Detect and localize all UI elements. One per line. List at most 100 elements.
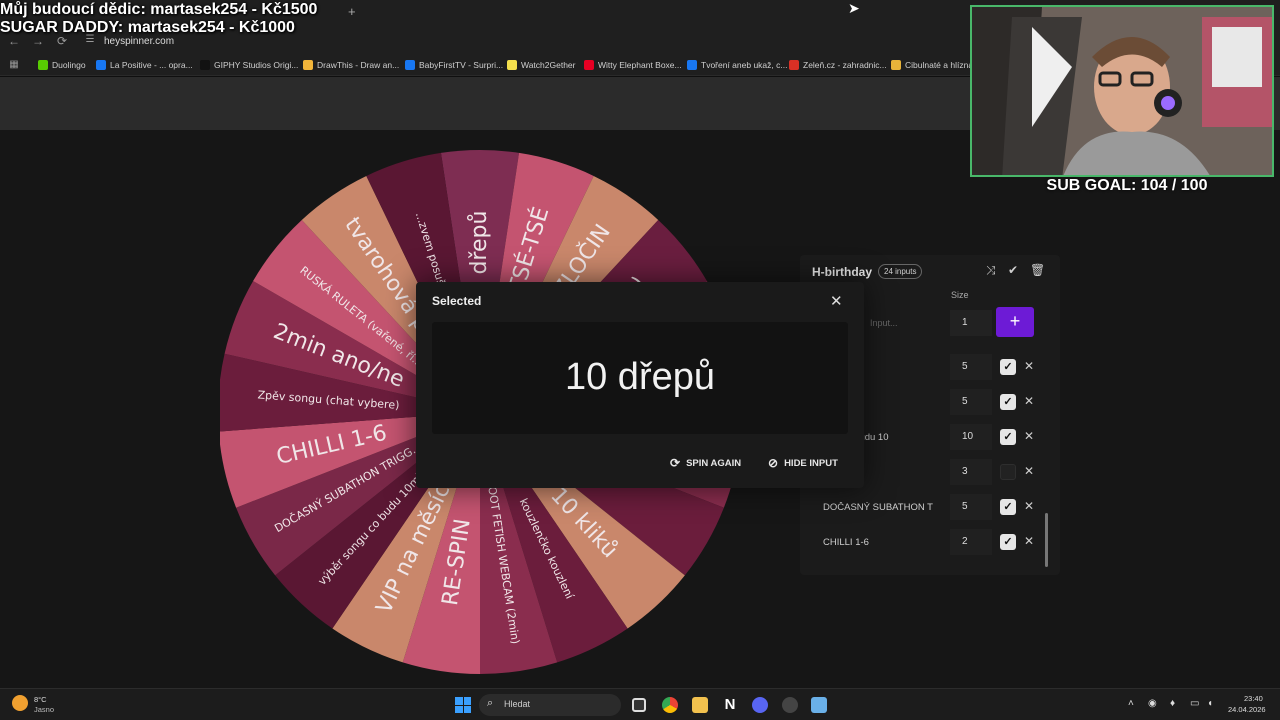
webcam-feed bbox=[972, 7, 1272, 175]
bookmark-item[interactable]: La Positive - ... opra... bbox=[96, 60, 193, 70]
inputs-count-badge: 24 inputs bbox=[878, 264, 923, 279]
remove-entry-icon[interactable]: ✕ bbox=[1024, 534, 1034, 548]
bookmark-item[interactable]: Tvoření aneb ukaž, c... bbox=[687, 60, 787, 70]
eye-off-icon: ⊘ bbox=[768, 456, 779, 470]
bookmark-label: Witty Elephant Boxe... bbox=[598, 60, 682, 70]
bookmark-label: Tvoření aneb ukaž, c... bbox=[701, 60, 788, 70]
remove-entry-icon[interactable]: ✕ bbox=[1024, 499, 1034, 513]
remove-entry-icon[interactable]: ✕ bbox=[1024, 359, 1034, 373]
donation-line-1: Můj budoucí dědic: martasek254 - Kč1500 bbox=[0, 1, 318, 18]
bookmark-favicon-icon bbox=[405, 60, 415, 70]
bookmark-label: Duolingo bbox=[52, 60, 86, 70]
moon-icon bbox=[12, 695, 28, 711]
new-input-size[interactable]: 1 bbox=[950, 310, 992, 336]
speaker-icon[interactable]: ◖ bbox=[1207, 698, 1213, 709]
bookmark-favicon-icon bbox=[507, 60, 517, 70]
entry-size[interactable]: 3 bbox=[950, 459, 992, 485]
file-explorer-icon[interactable] bbox=[692, 697, 708, 713]
new-tab-button[interactable]: + bbox=[348, 4, 356, 19]
entry-checkbox[interactable]: ✓ bbox=[1000, 359, 1016, 375]
weather-temperature[interactable]: 8°C bbox=[34, 695, 47, 704]
apps-grid-icon[interactable]: ▦ bbox=[6, 59, 22, 70]
input-entry-row: DOČASNÝ SUBATHON T 5 ✓ ✕ bbox=[800, 491, 1045, 523]
wheel-name[interactable]: H-birthday bbox=[812, 265, 872, 279]
bookmark-label: Watch2Gether bbox=[521, 60, 576, 70]
search-icon: ⌕ bbox=[487, 697, 494, 709]
donation-line-2: SUGAR DADDY: martasek254 - Kč1000 bbox=[0, 19, 295, 36]
mic-icon[interactable]: ♦ bbox=[1170, 698, 1175, 709]
entry-checkbox[interactable]: ✓ bbox=[1000, 429, 1016, 445]
bookmark-item[interactable]: DrawThis - Draw an... bbox=[303, 60, 399, 70]
chevron-up-icon[interactable]: ˄ bbox=[1128, 698, 1134, 709]
chrome-icon[interactable] bbox=[662, 697, 678, 713]
trash-icon[interactable]: 🗑 bbox=[1030, 263, 1045, 277]
bookmark-favicon-icon bbox=[200, 60, 210, 70]
entry-size[interactable]: 5 bbox=[950, 494, 992, 520]
dialog-title: Selected bbox=[432, 294, 482, 308]
notepad-icon[interactable] bbox=[811, 697, 827, 713]
bookmark-item[interactable]: Witty Elephant Boxe... bbox=[584, 60, 682, 70]
entry-size[interactable]: 5 bbox=[950, 354, 992, 380]
weather-condition[interactable]: Jasno bbox=[34, 705, 54, 714]
entry-size[interactable]: 10 bbox=[950, 424, 992, 450]
webcam-overlay bbox=[970, 5, 1274, 177]
entry-checkbox[interactable]: ✓ bbox=[1000, 499, 1016, 515]
bookmark-favicon-icon bbox=[584, 60, 594, 70]
panel-scrollbar[interactable] bbox=[1045, 513, 1048, 567]
remove-entry-icon[interactable]: ✕ bbox=[1024, 394, 1034, 408]
bookmark-item[interactable]: Watch2Gether bbox=[507, 60, 576, 70]
check-all-icon[interactable]: ✔ bbox=[1008, 263, 1018, 277]
bookmark-label: DrawThis - Draw an... bbox=[317, 60, 400, 70]
input-entry-row: CHILLI 1-6 2 ✓ ✕ bbox=[800, 526, 1045, 558]
bookmark-item[interactable]: Zeleň.cz - zahradnic... bbox=[789, 60, 887, 70]
notion-icon[interactable]: N bbox=[722, 697, 738, 713]
entry-checkbox[interactable]: ✓ bbox=[1000, 394, 1016, 410]
taskbar: 8°C Jasno ⌕ Hledat N ˄ ◉ ♦ ▭ ◖ 23:40 24.… bbox=[0, 688, 1280, 720]
spin-again-label: SPIN AGAIN bbox=[686, 457, 742, 469]
bookmark-favicon-icon bbox=[687, 60, 697, 70]
bookmark-label: Cibulnaté a hlíznat bbox=[905, 60, 976, 70]
spin-again-button[interactable]: ⟳ SPIN AGAIN bbox=[670, 456, 741, 470]
hide-input-button[interactable]: ⊘ HIDE INPUT bbox=[768, 456, 838, 470]
task-view-icon[interactable] bbox=[632, 698, 646, 712]
mouse-cursor-icon: ➤ bbox=[848, 0, 860, 16]
entry-size[interactable]: 5 bbox=[950, 389, 992, 415]
bookmark-favicon-icon bbox=[303, 60, 313, 70]
entry-label[interactable]: CHILLI 1-6 bbox=[823, 537, 935, 548]
entry-size[interactable]: 2 bbox=[950, 529, 992, 555]
bookmark-label: GIPHY Studios Origi... bbox=[214, 60, 299, 70]
search-placeholder: Hledat bbox=[504, 699, 531, 709]
close-icon[interactable]: ✕ bbox=[830, 292, 843, 310]
bookmark-favicon-icon bbox=[789, 60, 799, 70]
bookmark-favicon-icon bbox=[38, 60, 48, 70]
remove-entry-icon[interactable]: ✕ bbox=[1024, 464, 1034, 478]
bookmark-item[interactable]: GIPHY Studios Origi... bbox=[200, 60, 298, 70]
network-icon[interactable]: ◉ bbox=[1148, 698, 1157, 709]
selected-dialog: Selected ✕ 10 dřepů ⟳ SPIN AGAIN ⊘ HIDE … bbox=[416, 282, 864, 488]
address-bar[interactable]: heyspinner.com bbox=[104, 36, 174, 47]
entry-checkbox[interactable] bbox=[1000, 464, 1016, 480]
clock-time[interactable]: 23:40 bbox=[1244, 694, 1263, 703]
add-input-button[interactable]: + bbox=[996, 307, 1034, 337]
new-input-field[interactable]: Input... bbox=[870, 318, 898, 328]
bookmark-label: Zeleň.cz - zahradnic... bbox=[803, 60, 887, 70]
bookmark-item[interactable]: BabyFirstTV - Surpri... bbox=[405, 60, 503, 70]
windows-start-icon[interactable] bbox=[455, 697, 471, 713]
display-icon[interactable]: ▭ bbox=[1190, 698, 1199, 709]
bookmark-item[interactable]: Cibulnaté a hlíznat bbox=[891, 60, 975, 70]
selected-result: 10 dřepů bbox=[564, 356, 715, 398]
obs-icon[interactable] bbox=[782, 697, 798, 713]
bookmark-favicon-icon bbox=[96, 60, 106, 70]
hide-input-label: HIDE INPUT bbox=[784, 457, 838, 469]
remove-entry-icon[interactable]: ✕ bbox=[1024, 429, 1034, 443]
clock-date[interactable]: 24.04.2026 bbox=[1228, 705, 1266, 714]
bookmark-favicon-icon bbox=[891, 60, 901, 70]
taskbar-search[interactable]: ⌕ Hledat bbox=[479, 694, 621, 716]
sub-goal-counter: SUB GOAL: 104 / 100 bbox=[1046, 177, 1208, 194]
shuffle-icon[interactable]: ⤨ bbox=[986, 263, 996, 278]
entry-checkbox[interactable]: ✓ bbox=[1000, 534, 1016, 550]
discord-icon[interactable] bbox=[752, 697, 768, 713]
entry-label[interactable]: DOČASNÝ SUBATHON T bbox=[823, 502, 935, 513]
bookmark-item[interactable]: Duolingo bbox=[38, 60, 86, 70]
refresh-icon: ⟳ bbox=[670, 456, 681, 470]
